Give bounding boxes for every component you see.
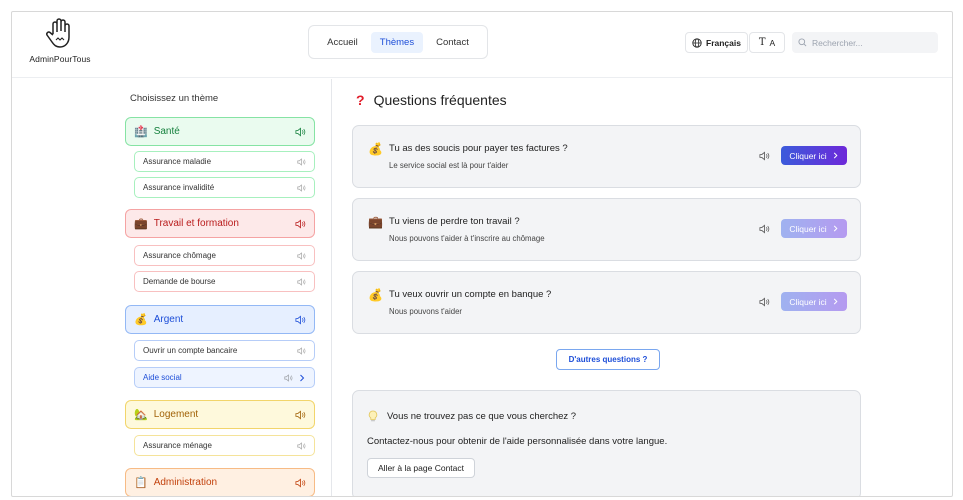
search-input[interactable] bbox=[812, 37, 932, 48]
sub-label: Demande de bourse bbox=[143, 277, 216, 286]
money-bag-icon: 💰 bbox=[368, 142, 383, 156]
clipboard-icon: 📋 bbox=[134, 477, 148, 489]
faq-question: Tu veux ouvrir un compte en banque ? bbox=[389, 289, 552, 300]
font-size-small: A bbox=[769, 37, 776, 48]
speaker-icon[interactable] bbox=[297, 441, 306, 450]
faq-card-travail: 💼 Tu viens de perdre ton travail ? Nous … bbox=[352, 198, 861, 261]
theme-label: Administration bbox=[153, 477, 218, 488]
speaker-icon[interactable] bbox=[297, 277, 306, 286]
sub-aide-social[interactable]: Aide social bbox=[134, 367, 315, 388]
chevron-right-icon bbox=[833, 152, 838, 159]
theme-travail[interactable]: 💼 Travail et formation bbox=[125, 209, 315, 238]
sub-assurance-chomage[interactable]: Assurance chômage bbox=[134, 245, 315, 266]
house-icon: 🏡 bbox=[134, 409, 148, 421]
theme-label: Travail et formation bbox=[153, 218, 239, 229]
chevron-right-icon bbox=[300, 374, 305, 381]
faq-card-compte: 💰 Tu veux ouvrir un compte en banque ? N… bbox=[352, 271, 861, 334]
chevron-right-icon bbox=[833, 225, 838, 232]
faq-answer: Nous pouvons t'aider bbox=[389, 307, 463, 316]
contact-text: Contactez-nous pour obtenir de l'aide pe… bbox=[367, 436, 668, 447]
page-title-text: Questions fréquentes bbox=[373, 92, 507, 108]
search-icon bbox=[798, 38, 807, 47]
cta-label: Cliquer ici bbox=[789, 150, 827, 161]
app-window: AdminPourTous Accueil Thèmes Contact Fra… bbox=[11, 11, 953, 497]
speaker-icon[interactable] bbox=[284, 373, 293, 382]
hospital-icon: 🏥 bbox=[134, 126, 148, 138]
sub-demande-bourse[interactable]: Demande de bourse bbox=[134, 271, 315, 292]
speaker-icon[interactable] bbox=[297, 183, 306, 192]
sub-assurance-invalidite[interactable]: Assurance invalidité bbox=[134, 177, 315, 198]
logo-text: AdminPourTous bbox=[29, 54, 91, 64]
speaker-icon[interactable] bbox=[759, 151, 770, 161]
question-mark-icon: ? bbox=[356, 92, 365, 108]
speaker-icon[interactable] bbox=[295, 218, 306, 229]
chevron-right-icon bbox=[833, 298, 838, 305]
sub-assurance-maladie[interactable]: Assurance maladie bbox=[134, 151, 315, 172]
speaker-icon[interactable] bbox=[759, 297, 770, 307]
speaker-icon[interactable] bbox=[759, 224, 770, 234]
sidebar-title: Choisissez un thème bbox=[130, 93, 219, 104]
speaker-icon[interactable] bbox=[295, 314, 306, 325]
faq-card-factures: 💰 Tu as des soucis pour payer tes factur… bbox=[352, 125, 861, 188]
font-size-toggle[interactable]: T A bbox=[749, 32, 785, 53]
theme-sante[interactable]: 🏥 Santé bbox=[125, 117, 315, 146]
cliquer-ici-button[interactable]: Cliquer ici bbox=[781, 146, 847, 165]
sub-label: Assurance chômage bbox=[143, 251, 216, 260]
header: AdminPourTous Accueil Thèmes Contact Fra… bbox=[12, 12, 952, 78]
language-label: Français bbox=[706, 37, 741, 48]
sub-ouvrir-compte[interactable]: Ouvrir un compte bancaire bbox=[134, 340, 315, 361]
briefcase-icon: 💼 bbox=[368, 215, 383, 229]
theme-label: Logement bbox=[153, 409, 199, 420]
theme-label: Argent bbox=[153, 314, 184, 325]
cliquer-ici-button[interactable]: Cliquer ici bbox=[781, 292, 847, 311]
language-selector[interactable]: Français bbox=[685, 32, 748, 53]
faq-answer: Nous pouvons t'aider à t'inscrire au chô… bbox=[389, 234, 545, 243]
speaker-icon[interactable] bbox=[295, 409, 306, 420]
contact-title: Vous ne trouvez pas ce que vous cherchez… bbox=[387, 411, 577, 422]
theme-argent[interactable]: 💰 Argent bbox=[125, 305, 315, 334]
nav-accueil[interactable]: Accueil bbox=[318, 32, 367, 53]
faq-question: Tu as des soucis pour payer tes factures… bbox=[389, 143, 568, 154]
faq-answer: Le service social est là pour t'aider bbox=[389, 161, 509, 170]
more-questions-button[interactable]: D'autres questions ? bbox=[556, 349, 660, 370]
money-bag-icon: 💰 bbox=[368, 288, 383, 302]
faq-question: Tu viens de perdre ton travail ? bbox=[389, 216, 520, 227]
sub-label: Ouvrir un compte bancaire bbox=[143, 346, 238, 355]
nav-contact[interactable]: Contact bbox=[427, 32, 478, 53]
money-bag-icon: 💰 bbox=[134, 314, 148, 326]
contact-page-button[interactable]: Aller à la page Contact bbox=[367, 458, 475, 478]
sub-label: Assurance ménage bbox=[143, 441, 212, 450]
cta-label: Cliquer ici bbox=[789, 296, 827, 307]
speaker-icon[interactable] bbox=[297, 251, 306, 260]
sub-label: Assurance invalidité bbox=[143, 183, 215, 192]
theme-administration[interactable]: 📋 Administration bbox=[125, 468, 315, 496]
cta-label: Cliquer ici bbox=[789, 223, 827, 234]
logo[interactable]: AdminPourTous bbox=[22, 18, 98, 70]
main-nav: Accueil Thèmes Contact bbox=[308, 25, 488, 59]
theme-label: Santé bbox=[153, 126, 180, 137]
cliquer-ici-button[interactable]: Cliquer ici bbox=[781, 219, 847, 238]
speaker-icon[interactable] bbox=[295, 126, 306, 137]
sub-assurance-menage[interactable]: Assurance ménage bbox=[134, 435, 315, 456]
speaker-icon[interactable] bbox=[297, 346, 306, 355]
globe-icon bbox=[692, 37, 702, 48]
search-box bbox=[792, 32, 938, 53]
sub-label: Assurance maladie bbox=[143, 157, 212, 166]
briefcase-icon: 💼 bbox=[134, 218, 148, 230]
speaker-icon[interactable] bbox=[297, 157, 306, 166]
speaker-icon[interactable] bbox=[295, 477, 306, 488]
font-size-big: T bbox=[758, 37, 766, 48]
theme-logement[interactable]: 🏡 Logement bbox=[125, 400, 315, 429]
hand-icon bbox=[46, 18, 70, 48]
sidebar: Choisissez un thème 🏥 Santé Assurance ma… bbox=[12, 79, 332, 496]
nav-themes[interactable]: Thèmes bbox=[370, 31, 424, 53]
lightbulb-icon bbox=[368, 410, 378, 422]
page-title: ? Questions fréquentes bbox=[356, 92, 507, 108]
contact-card: Vous ne trouvez pas ce que vous cherchez… bbox=[352, 390, 861, 496]
sub-label: Aide social bbox=[143, 373, 182, 382]
